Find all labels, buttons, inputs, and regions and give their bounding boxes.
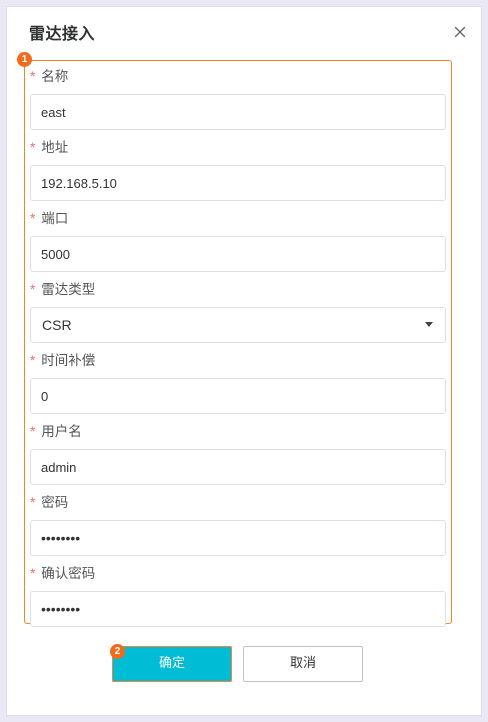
name-label: * 名称 (30, 68, 68, 86)
username-input[interactable] (30, 449, 446, 485)
required-mark: * (30, 211, 36, 226)
address-input[interactable] (30, 165, 446, 201)
caret-down-icon (425, 322, 433, 327)
name-input[interactable] (30, 94, 446, 130)
required-mark: * (30, 566, 36, 581)
radar-type-label: * 雷达类型 (30, 281, 95, 299)
confirm-password-label-text: 确认密码 (41, 566, 96, 582)
name-label-text: 名称 (41, 69, 69, 85)
cancel-button[interactable]: 取消 (243, 646, 363, 682)
time-compensation-label-text: 时间补偿 (41, 353, 96, 369)
close-icon[interactable] (451, 23, 469, 41)
password-label: * 密码 (30, 494, 68, 512)
confirm-button[interactable]: 确定 (112, 646, 232, 682)
confirm-password-input[interactable] (30, 591, 446, 627)
password-label-text: 密码 (41, 495, 69, 511)
address-label-text: 地址 (41, 140, 69, 156)
port-label: * 端口 (30, 210, 68, 228)
marker-badge-1: 1 (17, 52, 32, 67)
required-mark: * (30, 424, 36, 439)
dialog-title: 雷达接入 (29, 24, 96, 43)
port-label-text: 端口 (41, 211, 69, 227)
port-input[interactable] (30, 236, 446, 272)
username-label: * 用户名 (30, 423, 82, 441)
required-mark: * (30, 282, 36, 297)
password-input[interactable] (30, 520, 446, 556)
dialog-header: 雷达接入 (7, 7, 481, 57)
required-mark: * (30, 69, 36, 84)
radar-type-label-text: 雷达类型 (41, 282, 96, 298)
required-mark: * (30, 353, 36, 368)
time-compensation-label: * 时间补偿 (30, 352, 95, 370)
required-mark: * (30, 140, 36, 155)
confirm-password-label: * 确认密码 (30, 565, 95, 583)
username-label-text: 用户名 (41, 424, 82, 440)
required-mark: * (30, 495, 36, 510)
time-compensation-input[interactable] (30, 378, 446, 414)
radar-type-select[interactable]: CSR (30, 307, 446, 343)
address-label: * 地址 (30, 139, 68, 157)
radar-type-value: CSR (42, 317, 72, 333)
marker-badge-2: 2 (110, 644, 125, 659)
